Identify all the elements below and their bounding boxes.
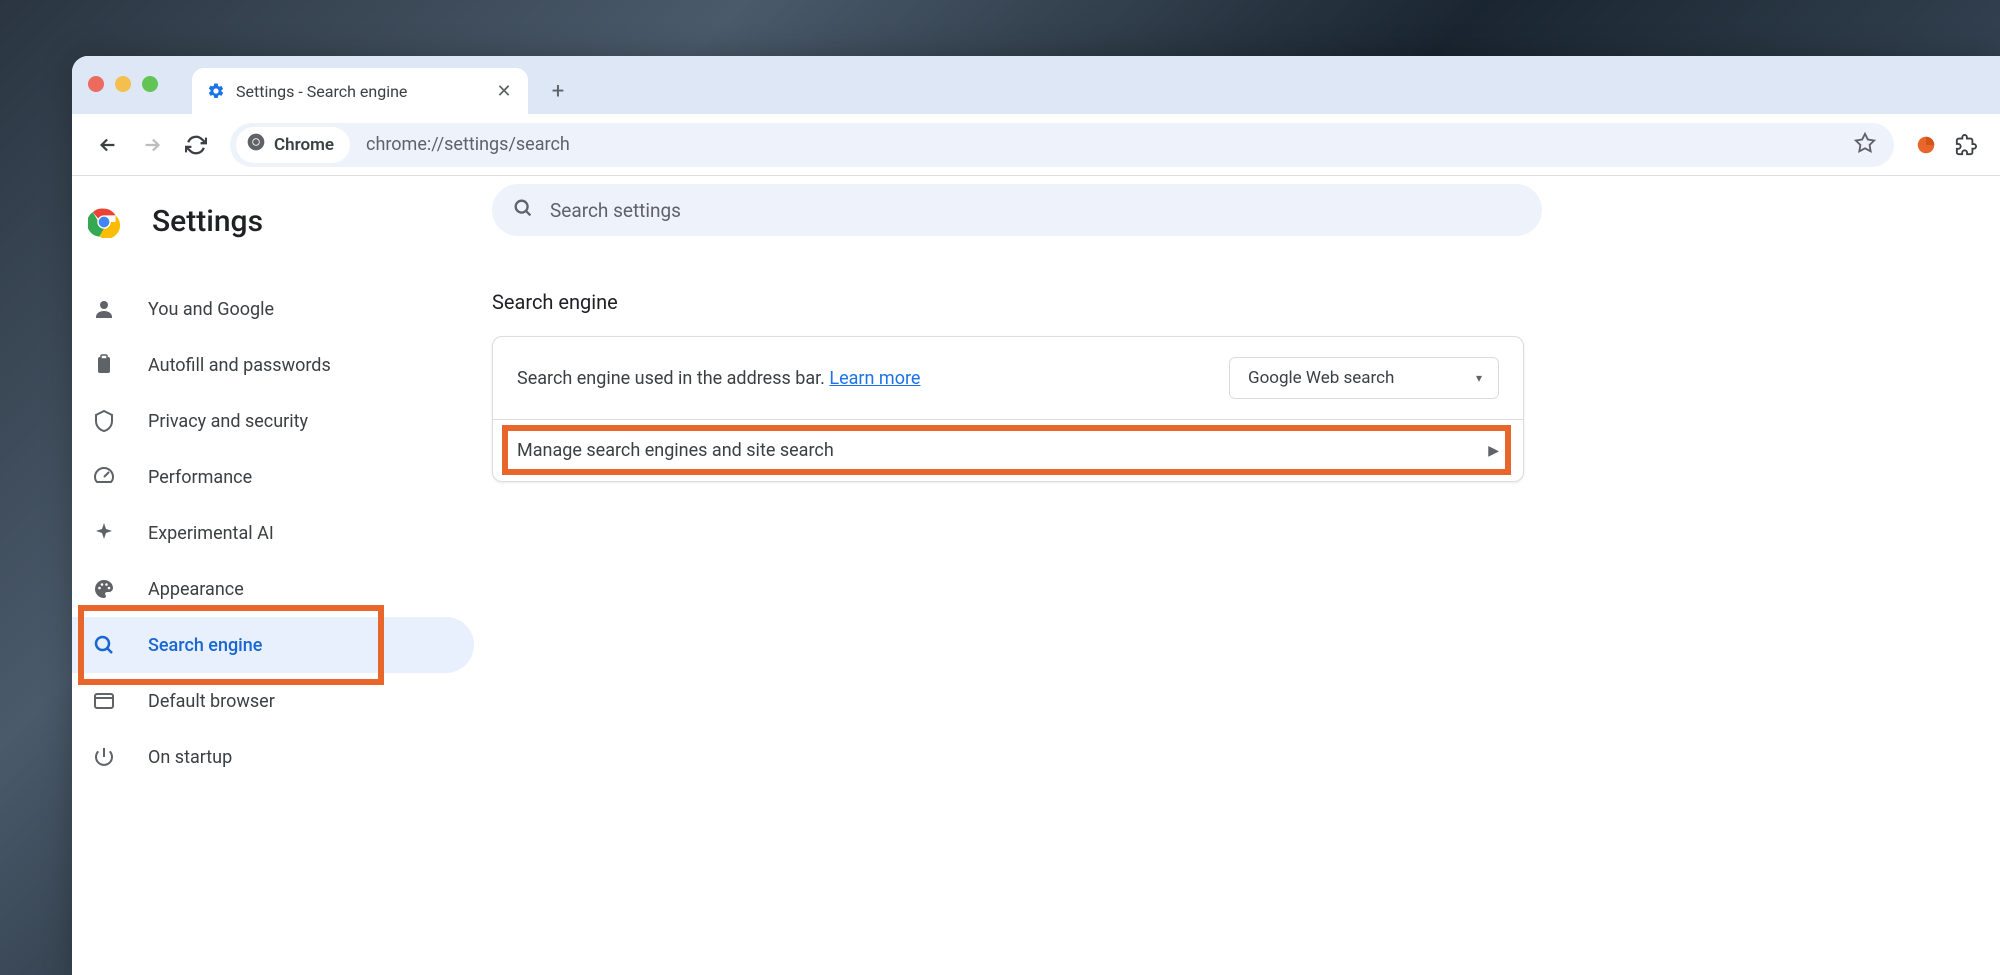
nav-label: Appearance <box>148 579 244 600</box>
search-engine-row: Search engine used in the address bar. L… <box>493 337 1523 419</box>
tab-title: Settings - Search engine <box>236 82 484 101</box>
section-title: Search engine <box>492 290 1908 314</box>
row-description: Search engine used in the address bar. L… <box>517 368 920 389</box>
sidebar-item-on-startup[interactable]: On startup <box>72 729 474 785</box>
sidebar-item-search-engine[interactable]: Search engine <box>72 617 474 673</box>
settings-nav-list: You and Google Autofill and passwords Pr… <box>72 263 492 785</box>
sidebar-item-appearance[interactable]: Appearance <box>72 561 474 617</box>
browser-window: Settings - Search engine ✕ + Chrome chro… <box>72 56 2000 975</box>
nav-label: Experimental AI <box>148 523 274 544</box>
address-bar[interactable]: Chrome chrome://settings/search <box>230 123 1894 167</box>
window-controls <box>88 76 158 92</box>
extension-icon-1[interactable] <box>1908 127 1944 163</box>
sparkle-icon <box>92 521 116 545</box>
settings-title: Settings <box>152 204 263 239</box>
forward-button[interactable] <box>132 125 172 165</box>
gear-icon <box>206 81 226 101</box>
settings-header: Settings <box>72 192 492 263</box>
bookmark-star-icon[interactable] <box>1854 132 1876 158</box>
nav-label: Default browser <box>148 691 275 712</box>
settings-sidebar: Settings You and Google Autofill and pas… <box>72 176 492 975</box>
palette-icon <box>92 577 116 601</box>
browser-tab[interactable]: Settings - Search engine ✕ <box>192 68 528 114</box>
tab-close-button[interactable]: ✕ <box>494 81 514 102</box>
settings-content: Settings You and Google Autofill and pas… <box>72 176 2000 975</box>
learn-more-link[interactable]: Learn more <box>829 368 920 389</box>
maximize-window-button[interactable] <box>142 76 158 92</box>
manage-search-engines-row[interactable]: Manage search engines and site search ▶ <box>493 419 1523 481</box>
chrome-icon <box>246 132 266 157</box>
browser-toolbar: Chrome chrome://settings/search <box>72 114 2000 176</box>
search-placeholder: Search settings <box>550 199 681 222</box>
search-settings-input[interactable]: Search settings <box>492 184 1542 236</box>
nav-label: You and Google <box>148 299 274 320</box>
site-chip-label: Chrome <box>274 135 334 155</box>
url-text: chrome://settings/search <box>366 134 1854 155</box>
clipboard-icon <box>92 353 116 377</box>
site-info-chip[interactable]: Chrome <box>236 127 350 163</box>
back-button[interactable] <box>88 125 128 165</box>
sidebar-item-you-and-google[interactable]: You and Google <box>72 281 474 337</box>
browser-window-icon <box>92 689 116 713</box>
search-engine-dropdown[interactable]: Google Web search <box>1229 357 1499 399</box>
nav-label: On startup <box>148 747 232 768</box>
dropdown-value: Google Web search <box>1248 368 1394 388</box>
sidebar-item-default-browser[interactable]: Default browser <box>72 673 474 729</box>
person-icon <box>92 297 116 321</box>
close-window-button[interactable] <box>88 76 104 92</box>
nav-label: Autofill and passwords <box>148 355 331 376</box>
power-icon <box>92 745 116 769</box>
sidebar-item-privacy[interactable]: Privacy and security <box>72 393 474 449</box>
chevron-right-icon: ▶ <box>1488 443 1499 459</box>
search-icon <box>92 633 116 657</box>
chrome-logo-icon <box>88 206 120 238</box>
nav-label: Performance <box>148 467 252 488</box>
reload-button[interactable] <box>176 125 216 165</box>
shield-icon <box>92 409 116 433</box>
nav-label: Search engine <box>148 635 262 656</box>
settings-main-panel: Search settings Search engine Search eng… <box>492 176 2000 975</box>
search-icon <box>512 197 534 224</box>
row-label: Manage search engines and site search <box>517 440 834 461</box>
tab-strip: Settings - Search engine ✕ + <box>72 56 2000 114</box>
search-engine-card: Search engine used in the address bar. L… <box>492 336 1524 482</box>
minimize-window-button[interactable] <box>115 76 131 92</box>
nav-label: Privacy and security <box>148 411 308 432</box>
speedometer-icon <box>92 465 116 489</box>
sidebar-item-experimental-ai[interactable]: Experimental AI <box>72 505 474 561</box>
sidebar-item-autofill[interactable]: Autofill and passwords <box>72 337 474 393</box>
new-tab-button[interactable]: + <box>540 73 576 109</box>
sidebar-item-performance[interactable]: Performance <box>72 449 474 505</box>
extensions-puzzle-icon[interactable] <box>1948 127 1984 163</box>
